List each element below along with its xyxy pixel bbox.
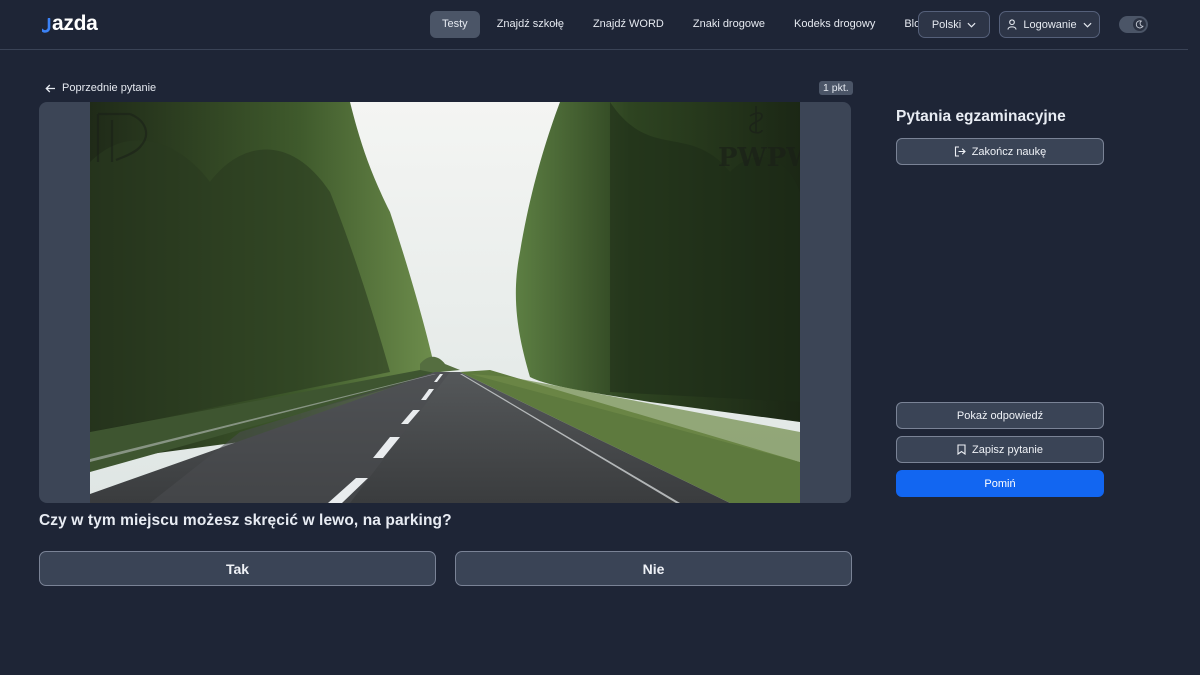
arrow-left-icon (45, 84, 55, 92)
skip-label: Pomiń (984, 477, 1016, 490)
road-scene-image: PWPW (90, 102, 800, 503)
language-select[interactable]: Polski (918, 11, 990, 38)
finish-learning-button[interactable]: Zakończ naukę (896, 138, 1104, 165)
question-media: PWPW (39, 102, 851, 503)
logo-text: azda (52, 12, 98, 35)
theme-toggle[interactable] (1119, 16, 1148, 33)
finish-learning-label: Zakończ naukę (971, 145, 1047, 158)
chevron-down-icon (1083, 22, 1092, 28)
page-scrollbar[interactable] (1188, 0, 1200, 675)
bookmark-icon (957, 444, 966, 455)
brand-logo[interactable]: azda (42, 11, 98, 37)
top-navbar: azda Testy Znajdź szkołę Znajdź WORD Zna… (0, 0, 1188, 50)
nav-item-testy[interactable]: Testy (430, 11, 480, 38)
previous-question-link[interactable]: Poprzednie pytanie (45, 81, 156, 95)
nav-item-find-word[interactable]: Znajdź WORD (581, 11, 676, 38)
show-answer-button[interactable]: Pokaż odpowiedź (896, 402, 1104, 429)
nav-item-find-school[interactable]: Znajdź szkołę (485, 11, 576, 38)
save-question-button[interactable]: Zapisz pytanie (896, 436, 1104, 463)
nav-item-traffic-code[interactable]: Kodeks drogowy (782, 11, 887, 38)
logout-icon (954, 146, 966, 157)
points-badge: 1 pkt. (819, 81, 853, 95)
nav-item-road-signs[interactable]: Znaki drogowe (681, 11, 777, 38)
sidebar-title: Pytania egzaminacyjne (896, 108, 1066, 125)
answer-yes-button[interactable]: Tak (39, 551, 436, 586)
main-nav: Testy Znajdź szkołę Znajdź WORD Znaki dr… (430, 11, 938, 38)
toggle-knob (1133, 18, 1146, 31)
logo-mark-icon (42, 18, 51, 33)
login-button[interactable]: Logowanie (999, 11, 1100, 38)
question-text: Czy w tym miejscu możesz skręcić w lewo,… (39, 512, 452, 529)
login-label: Logowanie (1023, 18, 1077, 31)
answer-no-button[interactable]: Nie (455, 551, 852, 586)
previous-question-label: Poprzednie pytanie (62, 82, 157, 94)
user-icon (1007, 19, 1017, 30)
chevron-down-icon (967, 22, 976, 28)
save-question-label: Zapisz pytanie (972, 443, 1043, 456)
language-label: Polski (931, 18, 962, 31)
show-answer-label: Pokaż odpowiedź (956, 409, 1044, 422)
svg-text:PWPW: PWPW (718, 143, 800, 173)
moon-icon (1135, 20, 1144, 29)
question-video[interactable]: PWPW (90, 102, 800, 503)
skip-button[interactable]: Pomiń (896, 470, 1104, 497)
